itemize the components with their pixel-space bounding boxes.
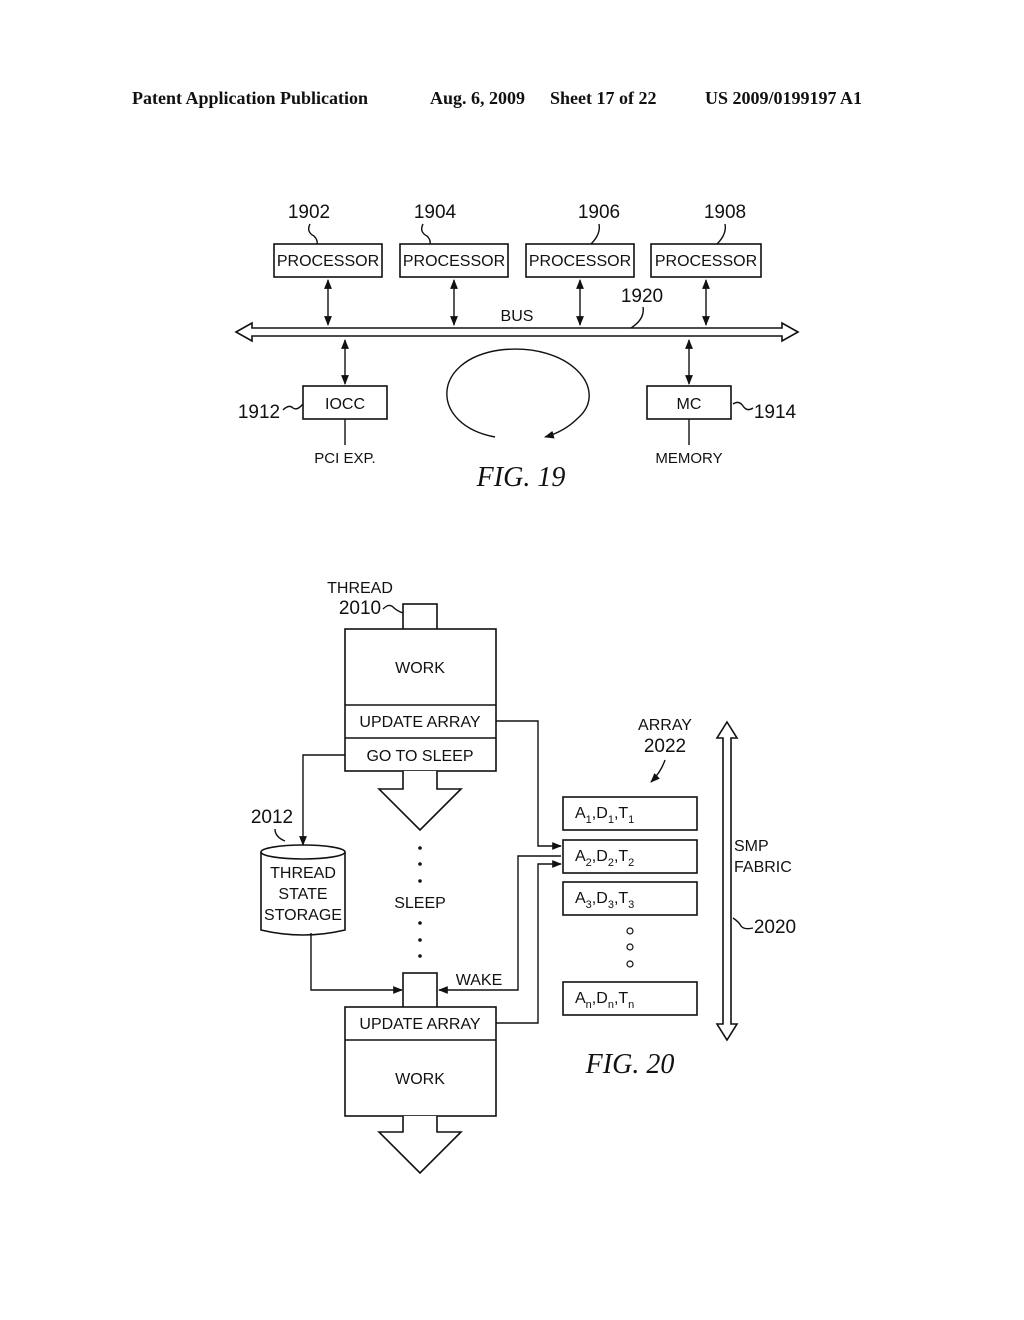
bus-label: BUS [501,308,534,325]
processor-1902: 1902 PROCESSOR [273,202,383,326]
thread-wake-tab [402,972,438,1009]
ref-1902: 1902 [288,202,330,223]
processor-1906: 1906 PROCESSOR [525,202,635,326]
figure-19: 1902 PROCESSOR 1904 PROCESSOR 1906 PROCE… [234,202,800,493]
save-state-arrow [299,754,345,846]
mc-label: MC [677,396,702,413]
array-entry-n: An,Dn,Tn [562,981,698,1016]
fabric-ref: 2020 [754,917,796,938]
ref-1904: 1904 [414,202,457,223]
figure-19-caption: FIG. 19 [476,462,566,493]
leader-line [420,223,431,245]
restore-state-arrow [310,933,403,994]
leader-line [282,403,304,411]
array-ref: 2022 [644,736,686,757]
ref-1908: 1908 [704,202,746,223]
storage-ref: 2012 [251,807,293,828]
down-arrow-icon [377,1116,463,1175]
array-entry-3: A3,D3,T3 [562,881,698,916]
array-entry-2: A2,D2,T2 [562,839,698,874]
thread-ref: 2010 [339,598,381,619]
leader-line [274,828,286,842]
storage-line-3: STORAGE [264,907,342,924]
iocc-label: IOCC [325,396,365,413]
update-array-label-2: UPDATE ARRAY [359,1016,481,1033]
processor-1908: 1908 PROCESSOR [650,202,762,326]
ref-1906: 1906 [578,202,620,223]
thread-label: THREAD [327,580,393,597]
bus-ref: 1920 [621,286,663,307]
fabric-line-1: SMP [734,838,769,855]
work-label: WORK [395,660,445,677]
storage-line-1: THREAD [270,865,336,882]
array-ellipsis [626,927,634,968]
array-pointer [650,759,666,783]
array-entry-1: A1,D1,T1 [562,796,698,831]
memory-label: MEMORY [655,450,722,467]
iocc-ref: 1912 [238,402,280,423]
processor-label: PROCESSOR [403,253,505,270]
loop-arrow [446,348,590,439]
thread-entry-tab [402,603,438,631]
sleep-label: SLEEP [394,895,446,912]
processor-1904: 1904 PROCESSOR [399,202,509,326]
array-label: ARRAY [638,717,692,734]
leader-line [382,604,404,614]
update-array-arrow [496,720,562,850]
mc-ref: 1914 [754,402,797,423]
work-label-2: WORK [395,1071,445,1088]
processor-label: PROCESSOR [655,253,757,270]
pci-exp-label: PCI EXP. [314,450,375,467]
wake-arrow [438,855,561,994]
storage-line-2: STATE [278,886,327,903]
leader-line [307,223,318,245]
processor-label: PROCESSOR [529,253,631,270]
patent-drawings: 1902 PROCESSOR 1904 PROCESSOR 1906 PROCE… [234,202,800,1175]
update-array-arrow-2 [496,860,562,1024]
leader-line [590,223,601,245]
update-array-label: UPDATE ARRAY [359,714,481,731]
leader-line [732,917,754,930]
leader-line [716,223,727,245]
processor-label: PROCESSOR [277,253,379,270]
figure-20-caption: FIG. 20 [585,1049,675,1080]
fabric-line-2: FABRIC [734,859,792,876]
figure-20: THREAD 2010 WORK UPDATE ARRAY GO TO SLEE… [251,580,796,1175]
wake-label: WAKE [456,972,503,989]
leader-line [732,401,754,411]
leader-line [630,306,644,329]
storage-cylinder-top [260,844,346,860]
go-to-sleep-label: GO TO SLEEP [366,748,473,765]
smp-fabric-arrow [715,720,739,1042]
down-arrow-icon [377,771,463,832]
bus-arrow [234,321,800,343]
